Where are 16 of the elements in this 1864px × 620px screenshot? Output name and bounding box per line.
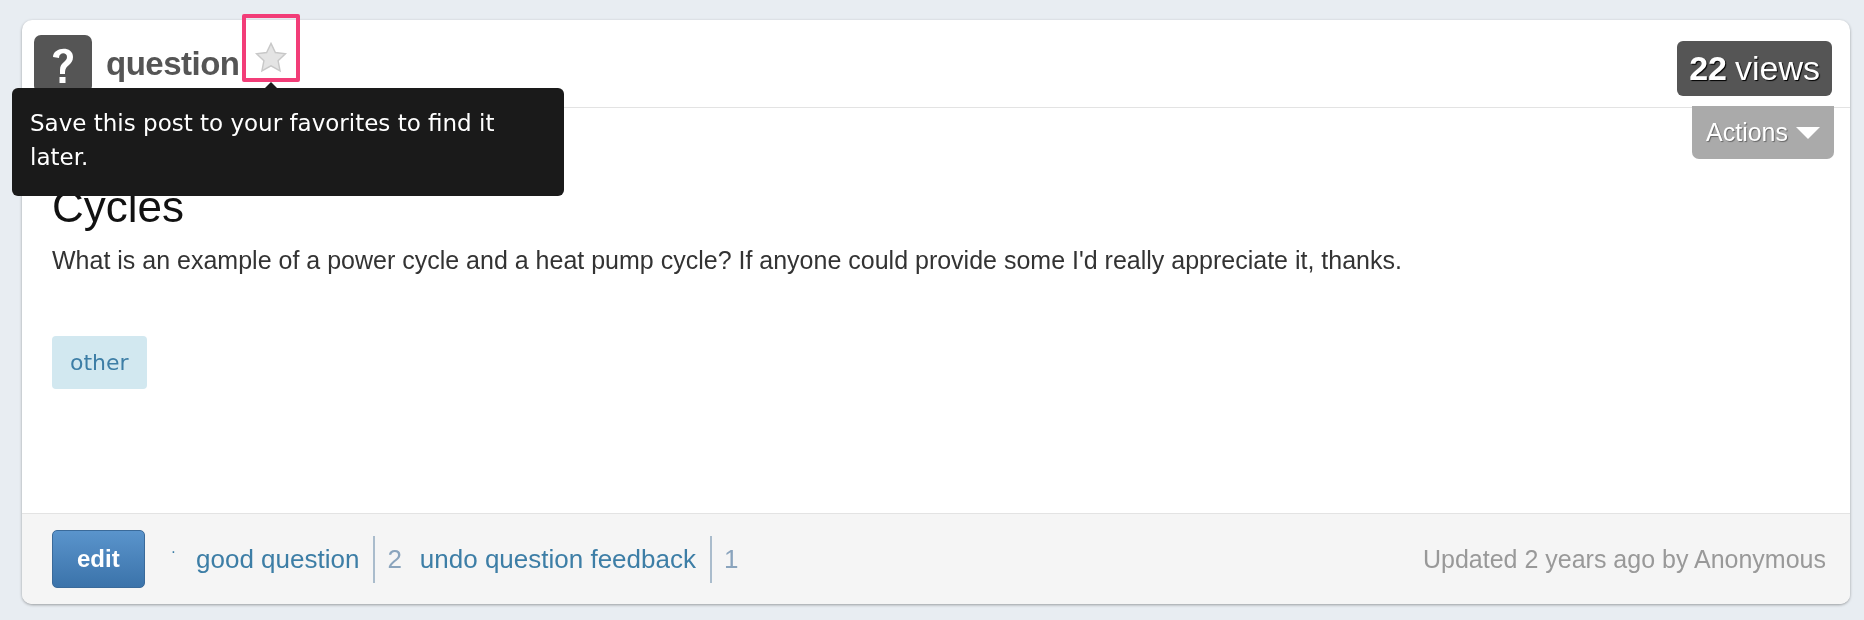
view-label: views (1734, 49, 1820, 88)
view-count: 22 (1689, 49, 1727, 88)
feedback-count: 1 (709, 535, 753, 583)
post-body: What is an example of a power cycle and a heat pump cycle? If anyone could provide some I'd really appreciate it, thanks. (52, 245, 1403, 276)
favorite-star-icon[interactable] (253, 41, 288, 74)
feedback-link[interactable]: good question (196, 543, 360, 575)
caret-icon (1796, 126, 1820, 139)
separator-dot: · (170, 543, 176, 561)
tooltip-text: Save this post to your favorites to find it later. (30, 109, 496, 172)
feedback-count: 2 (373, 535, 416, 583)
actions-button[interactable]: Actions (1692, 106, 1834, 159)
tag-link[interactable]: other (52, 336, 147, 389)
post-type-label: question (106, 44, 240, 83)
edit-button[interactable]: edit (52, 530, 145, 588)
feedback-link[interactable]: undo question feedback (419, 543, 696, 575)
updated-text: Updated 2 years ago by Anonymous (1422, 544, 1826, 574)
